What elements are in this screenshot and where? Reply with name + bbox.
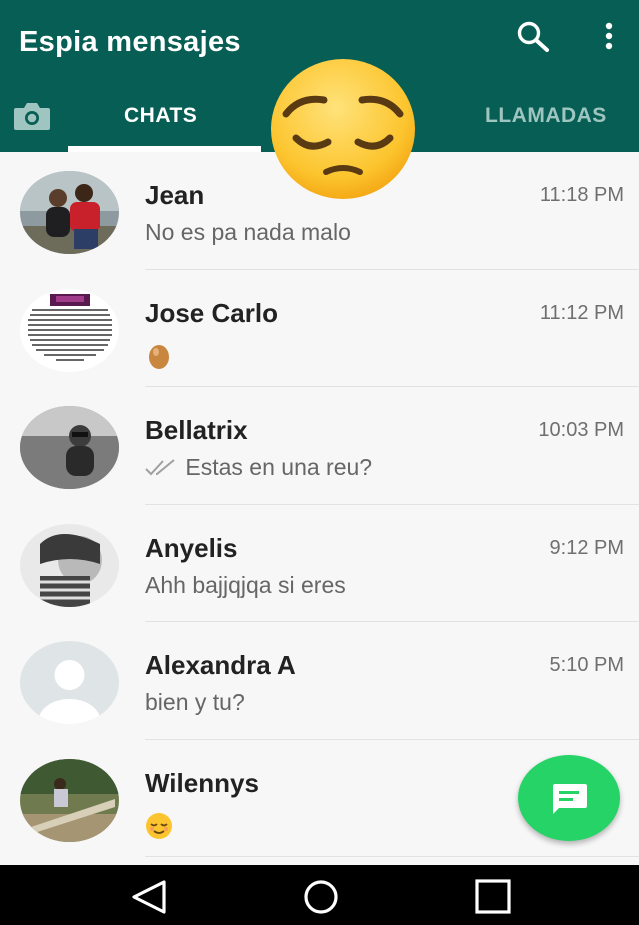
chat-row-jose-carlo[interactable]: Jose Carlo 11:12 PM <box>0 270 639 387</box>
search-icon[interactable] <box>514 20 552 54</box>
pensive-face-emoji <box>268 56 418 202</box>
chat-row-anyelis[interactable]: Anyelis 9:12 PM Ahh bajjqjqa si eres <box>0 505 639 622</box>
chat-time: 11:12 PM <box>539 301 624 324</box>
chat-row-alexandra-a[interactable]: Alexandra A 5:10 PM bien y tu? <box>0 622 639 740</box>
chat-time: 10:03 PM <box>538 419 624 441</box>
avatar[interactable] <box>20 406 119 489</box>
avatar[interactable] <box>20 641 119 724</box>
chat-list: Jean 11:18 PM No es pa nada malo Jose Ca… <box>0 152 639 857</box>
chat-name: Jean <box>145 180 205 210</box>
new-chat-icon <box>553 784 587 814</box>
home-icon[interactable] <box>299 879 343 915</box>
chat-row-bellatrix[interactable]: Bellatrix 10:03 PM Estas en una reu? <box>0 387 639 505</box>
tab-calls[interactable]: LLAMADAS <box>485 104 607 128</box>
chat-name: Bellatrix <box>145 415 248 445</box>
egg-emoji <box>145 342 173 370</box>
chat-name: Jose Carlo <box>145 297 278 328</box>
chat-preview-text: Estas en una reu? <box>185 454 373 480</box>
chat-time: 5:10 PM <box>549 654 624 676</box>
tab-chats[interactable]: CHATS <box>124 104 197 128</box>
recents-icon[interactable] <box>472 879 516 915</box>
avatar[interactable] <box>20 288 119 372</box>
back-icon[interactable] <box>128 879 172 915</box>
more-vert-icon[interactable] <box>598 21 620 51</box>
system-nav-bar <box>0 865 639 925</box>
avatar[interactable] <box>20 758 119 842</box>
app-title: Espia mensajes <box>19 26 241 58</box>
divider <box>145 856 639 857</box>
chat-name: Wilennys <box>145 767 259 798</box>
chat-name: Alexandra A <box>145 650 296 680</box>
new-chat-button[interactable] <box>518 755 620 841</box>
avatar[interactable] <box>20 171 119 254</box>
chat-name: Anyelis <box>145 532 238 563</box>
avatar[interactable] <box>20 523 119 607</box>
camera-icon[interactable] <box>12 100 52 132</box>
relieved-face-emoji <box>145 812 173 840</box>
chat-preview: Estas en una reu? <box>145 454 372 481</box>
chat-preview: bien y tu? <box>145 689 245 715</box>
chat-time: 9:12 PM <box>549 536 624 559</box>
chat-time: 11:18 PM <box>539 184 624 206</box>
chat-preview: Ahh bajjqjqa si eres <box>145 571 346 598</box>
chat-preview: No es pa nada malo <box>145 219 351 245</box>
double-check-icon <box>145 454 183 480</box>
